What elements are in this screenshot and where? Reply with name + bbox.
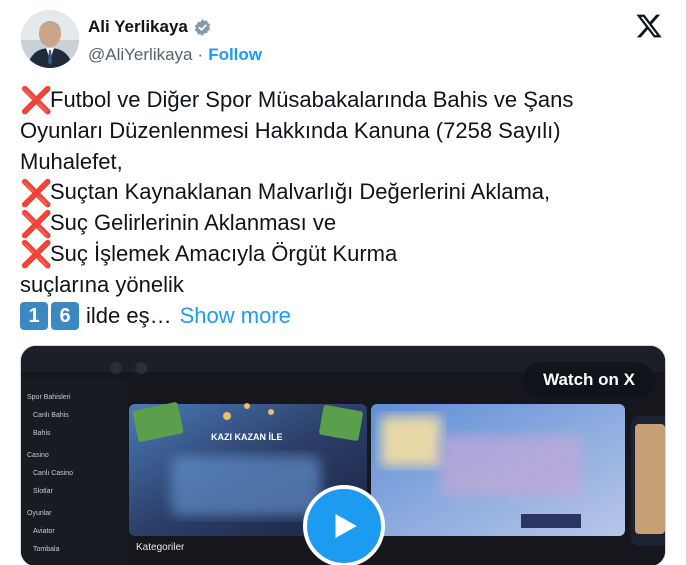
tweet-line-6: Suç İşlemek Amacıyla Örgüt Kurma <box>50 240 398 266</box>
cross-mark-icon: ❌ <box>20 239 53 270</box>
tweet-line-8: ilde eş… <box>86 302 172 328</box>
tweet-line-7: suçlarına yönelik <box>20 271 184 297</box>
video-sidebar-item: Oyunlar <box>27 510 52 517</box>
tweet-line-2: Oyunları Düzenlenmesi Hakkında Kanuna (7… <box>20 117 561 143</box>
tweet-text: ❌ Futbol ve Diğer Spor Müsabakalarında Ba… <box>20 85 660 331</box>
play-icon <box>335 513 357 539</box>
video-sidebar-item: Aviator <box>33 528 55 535</box>
follow-button[interactable]: Follow <box>208 45 262 65</box>
video-banner-text: KAZI KAZAN İLE <box>211 432 283 442</box>
video-sidebar-item: Slotlar <box>33 488 53 495</box>
video-sidebar-item: Tombala <box>33 546 60 553</box>
video-sidebar-item: Bahis <box>33 430 51 437</box>
video-sidebar-item: Canlı Bahis <box>33 412 69 419</box>
cross-mark-icon: ❌ <box>20 177 53 208</box>
cross-mark-icon: ❌ <box>20 85 53 116</box>
show-more-link[interactable]: Show more <box>180 301 291 332</box>
video-sidebar-item: Canlı Casino <box>33 470 74 477</box>
avatar-image <box>21 10 79 68</box>
author-handle[interactable]: @AliYerlikaya <box>88 45 193 65</box>
cross-mark-icon: ❌ <box>20 208 53 239</box>
verified-badge-icon <box>193 18 212 37</box>
x-logo-icon[interactable] <box>635 12 663 40</box>
tweet-card[interactable]: Ali Yerlikaya @AliYerlikaya · Follow ❌ Fu… <box>0 0 687 565</box>
tweet-line-5: Suç Gelirlerinin Aklanması ve <box>50 210 337 236</box>
video-section-label: Kategoriler <box>136 542 185 553</box>
avatar[interactable] <box>21 10 79 68</box>
author-name[interactable]: Ali Yerlikaya <box>88 17 188 37</box>
keycap-6-icon: 6 <box>51 301 79 330</box>
video-player[interactable]: Spor Bahisleri Canlı Bahis Bahis Casino … <box>20 345 666 565</box>
play-button[interactable] <box>303 485 385 565</box>
video-sidebar-item: Spor Bahisleri <box>27 394 71 401</box>
separator-dot: · <box>197 45 204 64</box>
tweet-line-3: Muhalefet, <box>20 148 123 174</box>
keycap-1-icon: 1 <box>20 301 48 330</box>
watch-on-x-button[interactable]: Watch on X <box>523 362 655 398</box>
video-sidebar-item: Casino <box>27 452 49 459</box>
tweet-line-4: Suçtan Kaynaklanan Malvarlığı Değerlerin… <box>50 179 551 205</box>
tweet-line-1: Futbol ve Diğer Spor Müsabakalarında Bah… <box>50 87 574 112</box>
